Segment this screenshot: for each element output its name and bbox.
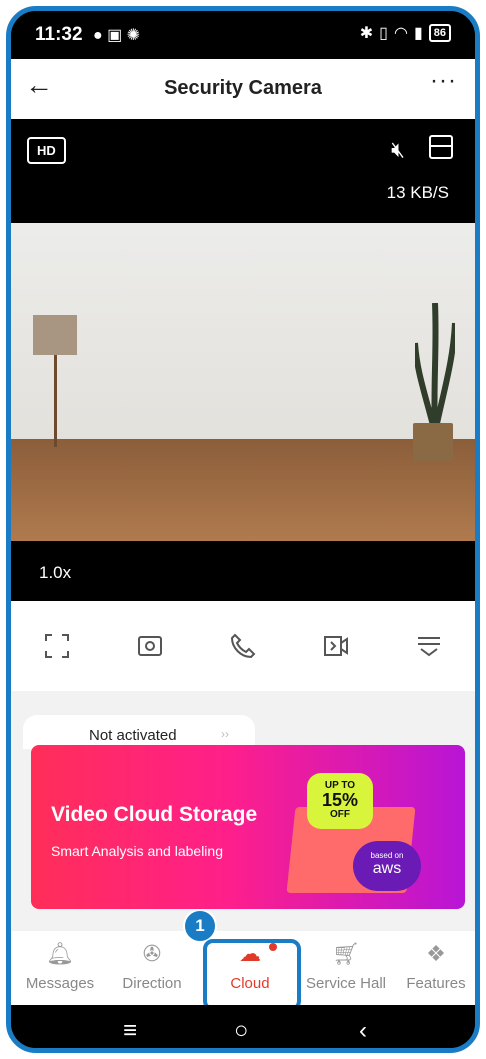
wifi-icon: ◠ <box>393 25 408 42</box>
bitrate-readout: 13 KB/S <box>386 183 449 202</box>
more-options-icon[interactable]: ··· <box>430 67 457 95</box>
features-icon: ❖ <box>426 941 446 966</box>
hd-quality-button[interactable]: HD <box>27 137 66 164</box>
system-navigation: ≡ ○ ‹ <box>11 1005 475 1048</box>
status-bar: 11:32 ● ▣ ✺ ✱ ▯ ◠ ▮ 86 <box>11 11 475 59</box>
banner-subtitle: Smart Analysis and labeling <box>51 843 223 859</box>
zoom-bar: 1.0x <box>11 541 475 601</box>
menu-icon[interactable]: ≡ <box>123 1017 137 1045</box>
nav-item-features[interactable]: ❖ Features <box>391 941 475 992</box>
discount-badge: UP TO 15% OFF <box>307 773 373 829</box>
expand-more-icon[interactable] <box>413 630 445 662</box>
step-marker: 1 <box>183 909 217 943</box>
layout-icon[interactable] <box>429 135 453 159</box>
video-toolbar: HD 🔇︎ 13 KB/S <box>11 119 475 223</box>
lamp-shade <box>33 315 77 355</box>
banner-title: Video Cloud Storage <box>51 803 258 826</box>
cloud-highlight <box>203 939 301 1011</box>
mute-speaker-icon[interactable]: 🔇︎ <box>391 137 405 163</box>
app-bar: ← Security Camera ··· <box>11 59 475 119</box>
bottom-nav: 1 🔔︎ Messages ✇ Direction ☁︎ Cloud 🛒︎ Se… <box>11 909 475 1011</box>
aws-badge: based on aws <box>353 841 421 891</box>
home-icon[interactable]: ○ <box>234 1017 249 1045</box>
chevron-right-icon: ›› <box>221 727 229 741</box>
lamp-pole <box>54 355 57 447</box>
status-time: 11:32 <box>35 24 83 45</box>
system-icons: ✱ ▯ ◠ ▮ 86 <box>360 23 451 43</box>
cloud-panel: Not activated ›› Video Cloud Storage Sma… <box>11 691 475 931</box>
bluetooth-icon: ✱ <box>359 25 374 42</box>
nav-item-direction[interactable]: ✇ Direction <box>107 941 197 992</box>
zoom-level: 1.0x <box>39 563 72 582</box>
page-title: Security Camera <box>164 77 322 99</box>
camera-video-feed[interactable] <box>11 223 475 541</box>
joystick-icon: ✇ <box>142 941 162 966</box>
plant-pot <box>413 423 453 461</box>
phone-call-icon[interactable] <box>227 630 259 662</box>
back-icon[interactable]: ‹ <box>359 1017 367 1045</box>
cloud-storage-banner[interactable]: Video Cloud Storage Smart Analysis and l… <box>31 745 465 909</box>
camera-controls <box>11 601 475 691</box>
bell-icon: 🔔︎ <box>46 941 74 966</box>
cart-icon: 🛒︎ <box>332 941 360 966</box>
cloud-status: Not activated <box>89 727 177 744</box>
record-video-icon[interactable] <box>320 630 352 662</box>
phone-frame: 11:32 ● ▣ ✺ ✱ ▯ ◠ ▮ 86 ← Security Camera… <box>6 6 480 1053</box>
nav-item-messages[interactable]: 🔔︎ Messages <box>15 941 105 992</box>
fullscreen-icon[interactable] <box>41 630 73 662</box>
signal-icon: ▮ <box>413 25 423 42</box>
screenshot-icon[interactable] <box>134 630 166 662</box>
vibrate-icon: ▯ <box>379 25 388 42</box>
notification-icons: ● ▣ ✺ <box>93 27 141 44</box>
plant-illustration <box>415 303 455 434</box>
battery-icon: 86 <box>428 24 451 42</box>
nav-item-service-hall[interactable]: 🛒︎ Service Hall <box>301 941 391 992</box>
